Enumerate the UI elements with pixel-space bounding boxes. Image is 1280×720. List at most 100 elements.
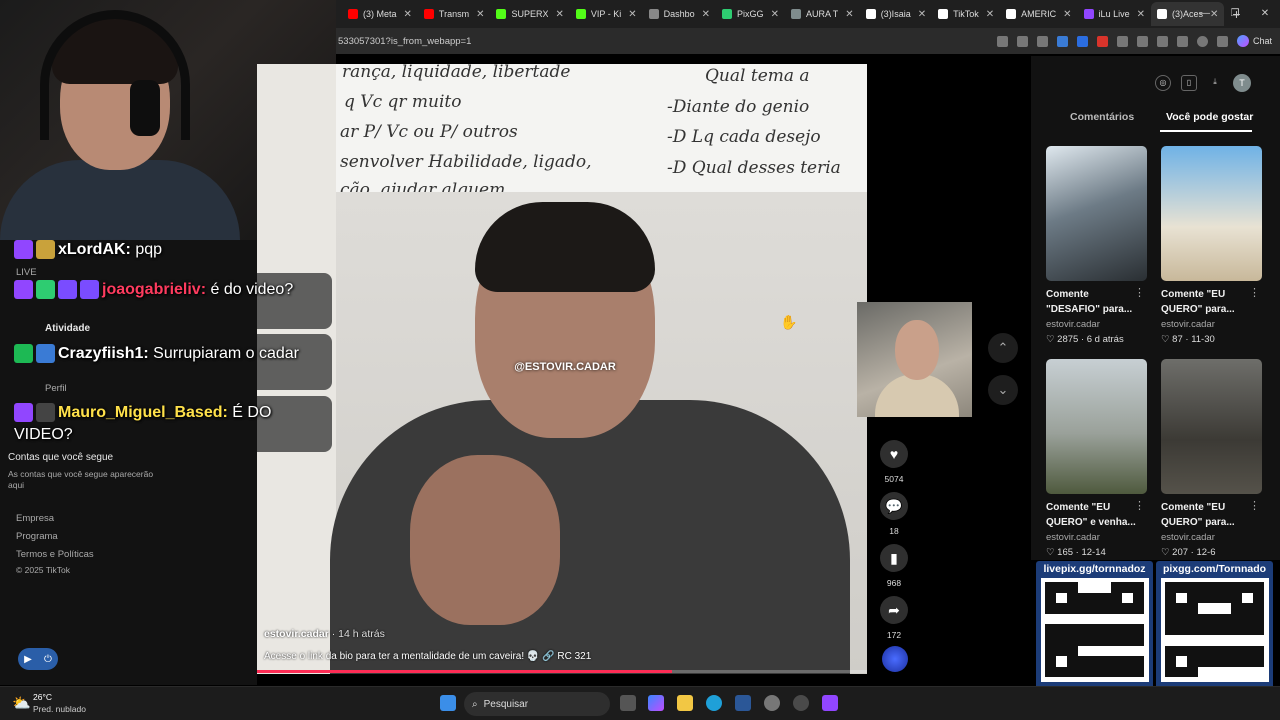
extension-icon[interactable]	[1076, 35, 1088, 47]
author-name[interactable]: estovir.cadar	[264, 628, 329, 640]
tab-comments[interactable]: Comentários	[1070, 111, 1134, 123]
edge-icon[interactable]	[706, 695, 722, 711]
share-icon[interactable]: ➦	[880, 596, 908, 624]
close-tab-icon[interactable]: ✕	[1063, 9, 1071, 20]
download-icon[interactable]	[1176, 35, 1188, 47]
close-tab-icon[interactable]: ✕	[555, 9, 563, 20]
card-author[interactable]: estovir.cadar	[1161, 319, 1262, 330]
extension-icon[interactable]	[1096, 35, 1108, 47]
card-author[interactable]: estovir.cadar	[1046, 532, 1147, 543]
minimize-button[interactable]: —	[1190, 0, 1220, 28]
maximize-button[interactable]: ❐	[1220, 0, 1250, 28]
card-title[interactable]: Comente "EU QUERO" para...	[1161, 287, 1253, 317]
translate-icon[interactable]	[1016, 35, 1028, 47]
close-tab-icon[interactable]: ✕	[476, 9, 484, 20]
browser-tab[interactable]: PixGG ✕	[716, 2, 785, 26]
recommended-video-card[interactable]: Comente "EU QUERO" para... ⋮ estovir.cadar…	[1161, 146, 1262, 345]
card-title[interactable]: Comente "DESAFIO" para...	[1046, 287, 1138, 317]
close-tab-icon[interactable]: ✕	[702, 9, 710, 20]
download-icon[interactable]: ⤓	[1207, 75, 1223, 91]
recommended-video-card[interactable]: Comente "EU QUERO" e venha... ⋮ estovir.ca…	[1046, 359, 1147, 558]
more-options-icon[interactable]: ⋮	[1249, 286, 1260, 299]
avatar[interactable]: T	[1233, 74, 1251, 92]
browser-tab[interactable]: AMERIC ✕	[1000, 2, 1077, 26]
close-tab-icon[interactable]: ✕	[918, 9, 926, 20]
copilot-icon[interactable]	[648, 695, 664, 711]
app-icon[interactable]	[793, 695, 809, 711]
recommended-video-card[interactable]: Comente "EU QUERO" para... ⋮ estovir.cadar…	[1161, 359, 1262, 558]
card-title[interactable]: Comente "EU QUERO" e venha...	[1046, 500, 1138, 530]
card-title[interactable]: Comente "EU QUERO" para...	[1161, 500, 1253, 530]
sidebar-item-live[interactable]: LIVE	[16, 267, 37, 278]
weather-temperature[interactable]: 26°C	[33, 692, 52, 702]
browser-tab[interactable]: (3)Isaia ✕	[860, 2, 932, 26]
close-tab-icon[interactable]: ✕	[845, 9, 853, 20]
video-thumbnail[interactable]	[1161, 359, 1262, 494]
share-action[interactable]: ➦ 172	[880, 596, 908, 640]
tab-you-may-like[interactable]: Você pode gostar	[1166, 111, 1253, 123]
sliders-icon[interactable]	[1136, 35, 1148, 47]
weather-description[interactable]: Pred. nublado	[33, 704, 86, 714]
previous-video-button[interactable]: ⌃	[988, 333, 1018, 363]
comment-icon[interactable]: 💬	[880, 492, 908, 520]
app-icon[interactable]	[822, 695, 838, 711]
corner-widget[interactable]: ▶ ⏻	[18, 648, 58, 670]
browser-tab[interactable]: Transm ✕	[418, 2, 491, 26]
footer-link-terms[interactable]: Termos e Políticas	[16, 549, 94, 560]
video-thumbnail[interactable]	[1046, 146, 1147, 281]
sidebar-item-activity[interactable]: Atividade	[45, 323, 90, 334]
more-options-icon[interactable]: ⋮	[1134, 499, 1145, 512]
comment-action[interactable]: 💬 18	[880, 492, 908, 536]
profile-icon[interactable]	[1196, 35, 1208, 47]
browser-tab[interactable]: TikTok ✕	[932, 2, 1000, 26]
address-bar[interactable]: 533057301?is_from_webapp=1 Chat	[336, 28, 1280, 54]
more-options-icon[interactable]: ⋮	[1249, 499, 1260, 512]
heart-icon[interactable]: ♥	[880, 440, 908, 468]
close-tab-icon[interactable]: ✕	[986, 9, 994, 20]
start-button[interactable]	[440, 695, 456, 711]
extension-icon[interactable]	[1056, 35, 1068, 47]
sidebar-item-profile[interactable]: Perfil	[45, 383, 67, 394]
next-video-button[interactable]: ⌄	[988, 375, 1018, 405]
browser-tab[interactable]: AURA T ✕	[785, 2, 860, 26]
close-tab-icon[interactable]: ✕	[628, 9, 636, 20]
browser-tab[interactable]: iLu Live ✕	[1078, 2, 1151, 26]
card-author[interactable]: estovir.cadar	[1046, 319, 1147, 330]
save-action[interactable]: ▮ 968	[880, 544, 908, 588]
photos-icon[interactable]	[735, 695, 751, 711]
url-text[interactable]: 533057301?is_from_webapp=1	[336, 36, 471, 47]
more-icon[interactable]	[1216, 35, 1228, 47]
star-icon[interactable]	[1036, 35, 1048, 47]
footer-link-empresa[interactable]: Empresa	[16, 513, 54, 524]
puzzle-icon[interactable]	[1116, 35, 1128, 47]
browser-tab[interactable]: Dashbo ✕	[643, 2, 716, 26]
favorites-icon[interactable]	[1156, 35, 1168, 47]
music-disc-icon[interactable]	[882, 646, 908, 672]
browser-tab[interactable]: (3) Meta ✕	[342, 2, 418, 26]
video-thumbnail[interactable]	[1046, 359, 1147, 494]
bookmark-icon[interactable]: ▮	[880, 544, 908, 572]
more-options-icon[interactable]: ⋮	[1134, 286, 1145, 299]
browser-tab[interactable]: VIP - Ki ✕	[570, 2, 643, 26]
task-view-icon[interactable]	[620, 695, 636, 711]
like-action[interactable]: ♥ 5074	[880, 440, 908, 484]
copilot-chat-button[interactable]: Chat	[1236, 35, 1272, 47]
file-explorer-icon[interactable]	[677, 695, 693, 711]
video-thumbnail[interactable]	[1161, 146, 1262, 281]
settings-icon[interactable]	[764, 695, 780, 711]
weather-icon[interactable]: ⛅	[12, 694, 31, 712]
close-tab-icon[interactable]: ✕	[771, 9, 779, 20]
phone-icon[interactable]: ▯	[1181, 75, 1197, 91]
recommended-video-card[interactable]: Comente "DESAFIO" para... ⋮ estovir.cadar ♡…	[1046, 146, 1147, 345]
browser-tab[interactable]: SUPERX ✕	[490, 2, 569, 26]
video-author[interactable]: estovir.cadar · 14 h atrás	[264, 628, 385, 640]
close-window-button[interactable]: ✕	[1250, 0, 1280, 28]
card-author[interactable]: estovir.cadar	[1161, 532, 1262, 543]
close-tab-icon[interactable]: ✕	[404, 9, 412, 20]
taskbar-search[interactable]: ⌕ Pesquisar	[464, 692, 610, 716]
video-progress-bar[interactable]	[257, 670, 867, 673]
close-tab-icon[interactable]: ✕	[1137, 9, 1145, 20]
app-icon[interactable]	[996, 35, 1008, 47]
compass-icon[interactable]: ◎	[1155, 75, 1171, 91]
footer-link-programa[interactable]: Programa	[16, 531, 58, 542]
